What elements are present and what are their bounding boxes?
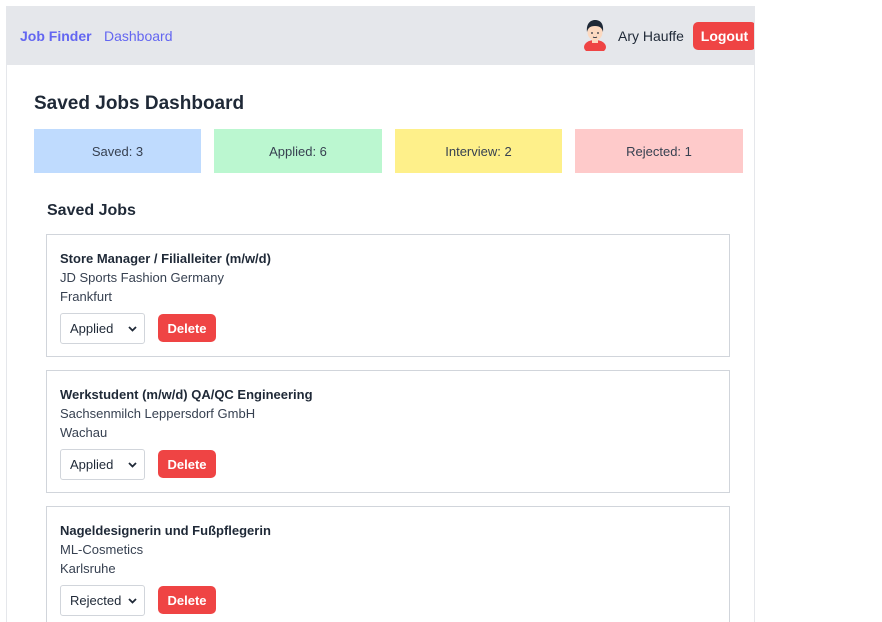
status-select[interactable]: Applied: [60, 449, 145, 480]
job-company: Sachsenmilch Leppersdorf GmbH: [60, 406, 256, 421]
job-title: Store Manager / Filialleiter (m/w/d): [60, 251, 271, 266]
job-card: Werkstudent (m/w/d) QA/QC Engineering Sa…: [46, 370, 730, 493]
stat-applied: Applied: 6: [214, 129, 382, 173]
stat-interview: Interview: 2: [395, 129, 562, 173]
job-card: Nageldesignerin und Fußpflegerin ML-Cosm…: [46, 506, 730, 622]
status-select[interactable]: Rejected: [60, 585, 145, 616]
delete-button[interactable]: Delete: [158, 314, 216, 342]
status-select[interactable]: Applied: [60, 313, 145, 344]
stat-saved: Saved: 3: [34, 129, 201, 173]
delete-button[interactable]: Delete: [158, 450, 216, 478]
job-company: ML-Cosmetics: [60, 542, 144, 557]
status-select-value: Rejected: [70, 593, 122, 608]
chevron-down-icon: [128, 462, 137, 468]
logout-button[interactable]: Logout: [693, 22, 754, 50]
job-location: Wachau: [60, 425, 108, 440]
job-location: Karlsruhe: [60, 561, 116, 576]
status-select-value: Applied: [70, 457, 114, 472]
job-location: Frankfurt: [60, 289, 113, 304]
chevron-down-icon: [128, 598, 137, 604]
stat-rejected: Rejected: 1: [575, 129, 743, 173]
page-title: Saved Jobs Dashboard: [34, 93, 245, 114]
top-navbar: Job Finder Dashboard Ary Hauffe Logout: [7, 6, 754, 65]
section-title-saved-jobs: Saved Jobs: [47, 202, 136, 219]
status-select-value: Applied: [70, 321, 114, 336]
user-avatar-icon: [581, 19, 609, 54]
job-title: Nageldesignerin und Fußpflegerin: [60, 523, 271, 538]
app-frame: Job Finder Dashboard Ary Hauffe Logout S…: [6, 6, 755, 622]
job-title: Werkstudent (m/w/d) QA/QC Engineering: [60, 387, 313, 402]
user-name: Ary Hauffe: [618, 28, 684, 44]
brand-logo[interactable]: Job Finder: [20, 28, 92, 44]
delete-button[interactable]: Delete: [158, 586, 216, 614]
job-company: JD Sports Fashion Germany: [60, 270, 225, 285]
chevron-down-icon: [128, 326, 137, 332]
job-card: Store Manager / Filialleiter (m/w/d) JD …: [46, 234, 730, 357]
nav-link-dashboard[interactable]: Dashboard: [104, 28, 173, 44]
